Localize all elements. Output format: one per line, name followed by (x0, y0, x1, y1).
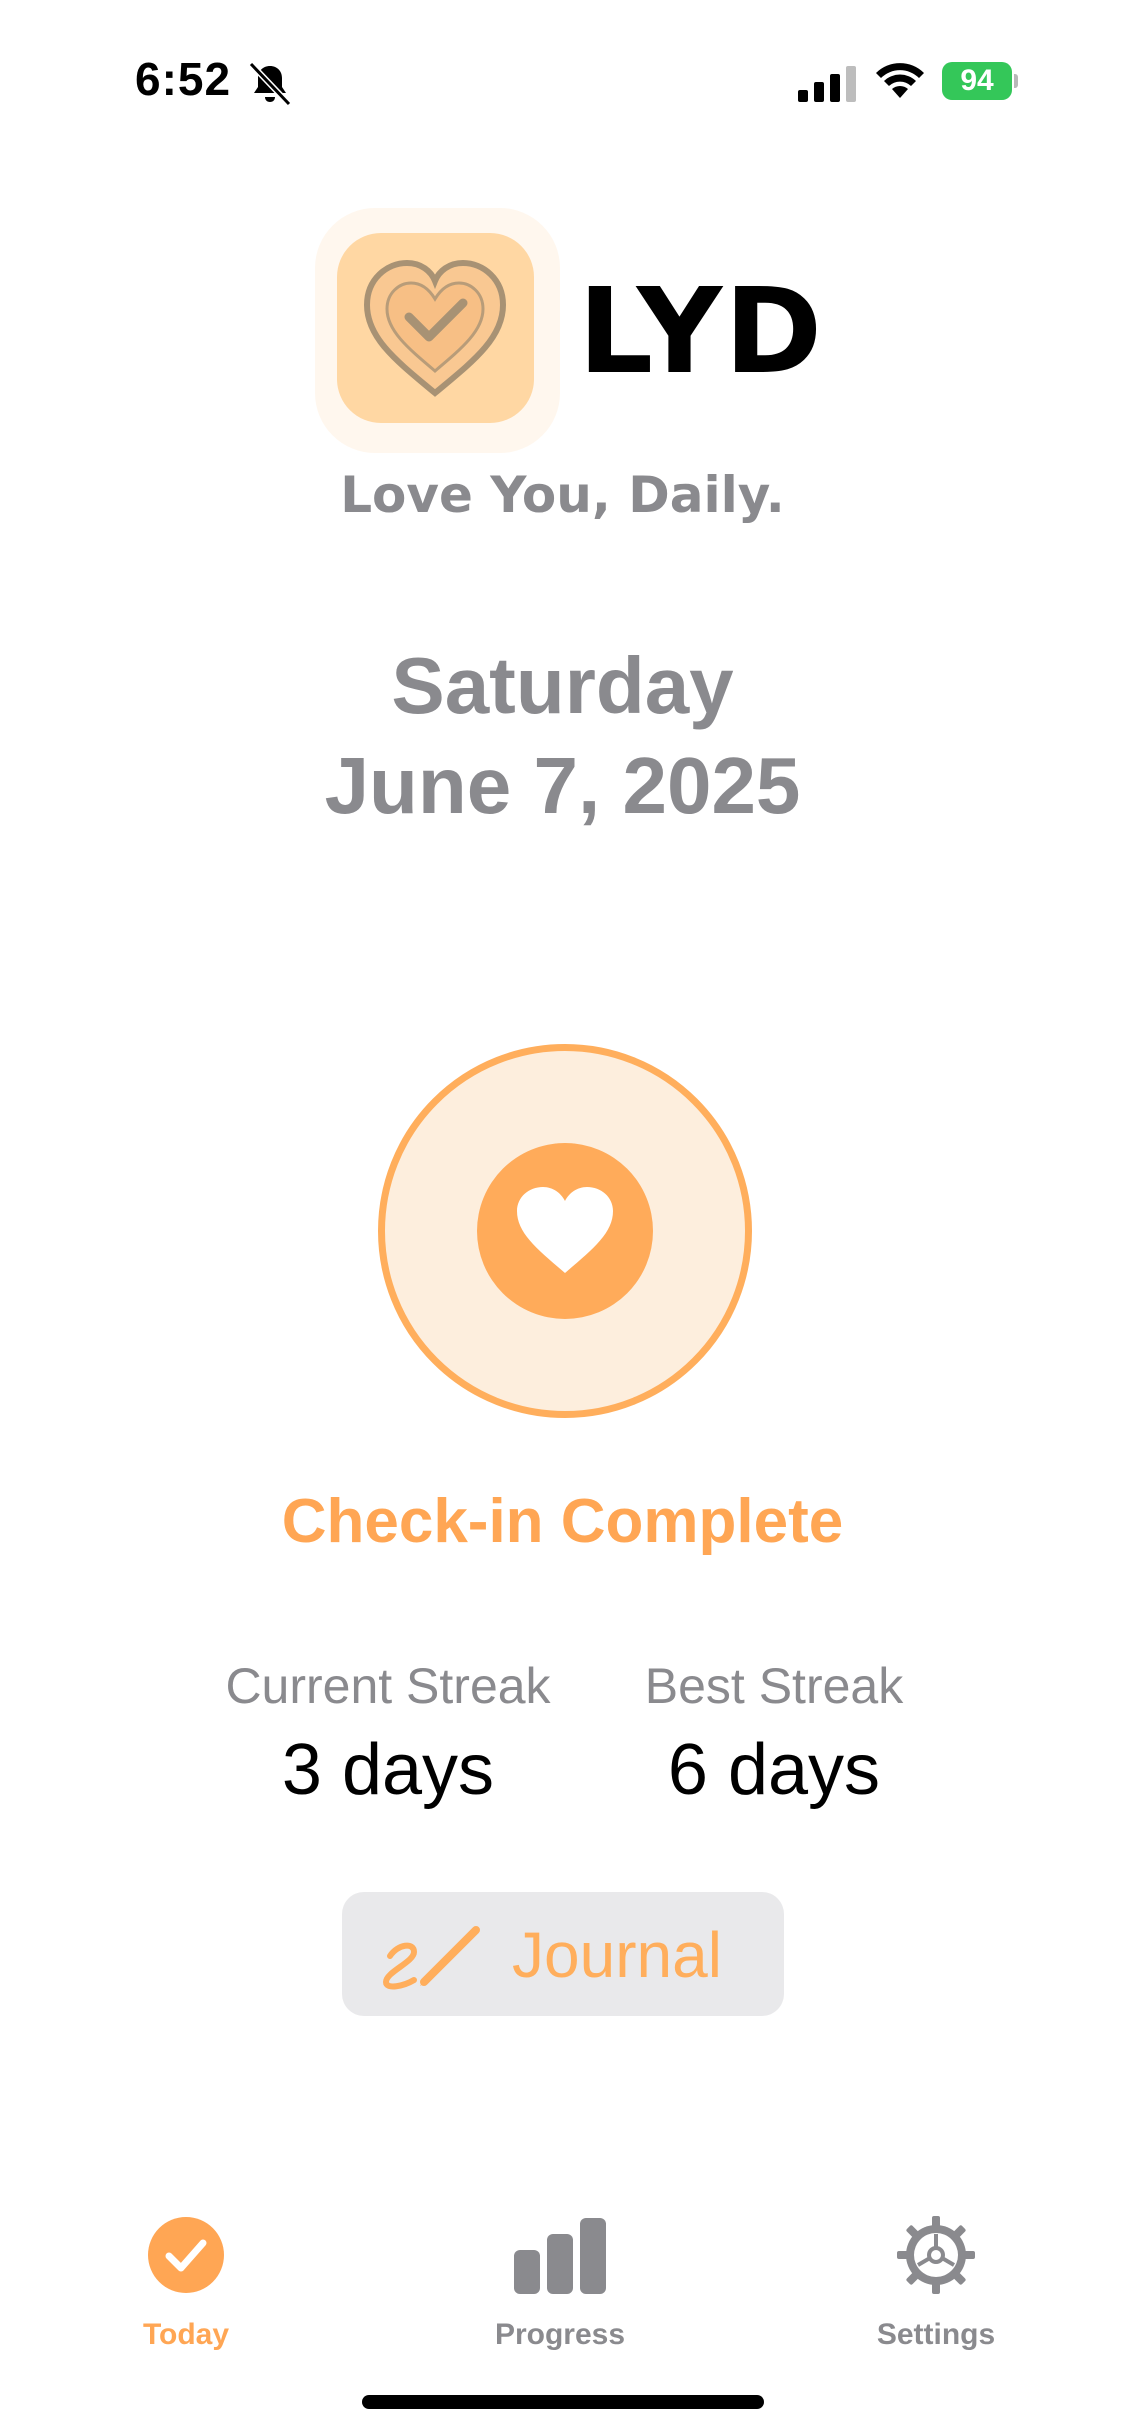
checkin-button[interactable] (378, 1044, 752, 1418)
battery-icon: 94 (942, 62, 1018, 100)
signal-icon (798, 66, 856, 102)
current-streak-label: Current Streak (225, 1658, 551, 1714)
tab-progress[interactable]: Progress (450, 2214, 670, 2352)
journal-button[interactable]: Journal (342, 1892, 784, 2016)
checkmark-circle-icon (148, 2217, 224, 2293)
tab-today[interactable]: Today (76, 2214, 296, 2352)
heart-icon (517, 1187, 613, 1273)
best-streak-value: 6 days (667, 1730, 881, 1810)
app-logo (315, 208, 560, 453)
heart-check-icon (363, 259, 507, 397)
status-bar: 6:52 94 (0, 0, 1125, 150)
battery-level: 94 (942, 62, 1012, 100)
best-streak: Best Streak 6 days (574, 1656, 974, 1810)
bell-slash-icon (248, 62, 292, 106)
tab-progress-label: Progress (494, 2318, 626, 2351)
best-streak-label: Best Streak (644, 1658, 904, 1714)
date-full: June 7, 2025 (324, 741, 801, 830)
today-screen: 6:52 94 LYD Love You, Daily. Saturday Ju… (0, 0, 1125, 2436)
wifi-icon (876, 63, 924, 98)
gear-icon (897, 2216, 975, 2294)
checkin-core (477, 1143, 653, 1319)
home-indicator[interactable] (362, 2395, 764, 2409)
app-name: LYD (578, 262, 825, 400)
date-weekday: Saturday (391, 641, 734, 730)
bar-chart-icon (514, 2218, 606, 2294)
journal-label: Journal (512, 1919, 722, 1991)
current-streak-value: 3 days (281, 1730, 495, 1810)
tab-settings-label: Settings (876, 2318, 996, 2351)
app-tagline: Love You, Daily. (340, 466, 785, 524)
checkin-status: Check-in Complete (281, 1487, 844, 1556)
tab-settings[interactable]: Settings (826, 2214, 1046, 2352)
battery-cap (1014, 74, 1018, 88)
app-icon (337, 233, 534, 423)
signature-pencil-icon (382, 1926, 480, 1990)
tab-today-label: Today (142, 2318, 230, 2351)
status-time: 6:52 (135, 53, 232, 105)
current-streak: Current Streak 3 days (188, 1656, 588, 1810)
